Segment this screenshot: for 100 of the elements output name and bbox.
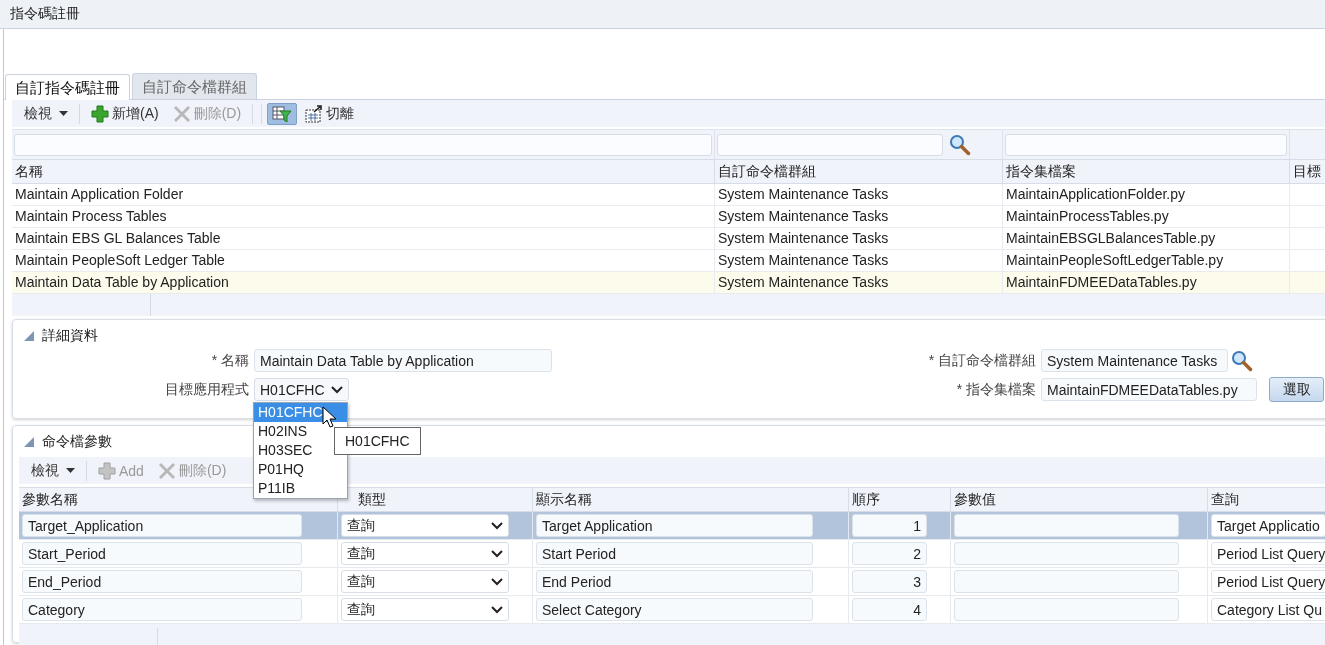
table-cell[interactable]: 2 [849, 540, 951, 568]
caret-icon [59, 111, 68, 116]
column-header[interactable]: 顯示名稱 [533, 487, 849, 512]
table-cell[interactable]: MaintainFDMEEDataTables.py [1003, 272, 1290, 294]
view-menu[interactable]: 檢視 [18, 102, 74, 125]
add-button[interactable]: 新增(A) [85, 102, 165, 125]
group-field[interactable]: System Maintenance Tasks [1041, 349, 1228, 372]
field-label: * 自訂命令檔群組 [927, 351, 1036, 370]
table-cell[interactable]: End Period [533, 568, 849, 596]
name-field[interactable]: Target_Application [22, 514, 302, 537]
table-cell[interactable]: System Maintenance Tasks [715, 272, 1003, 294]
grid-filter-icon [272, 104, 293, 123]
plus-icon [91, 104, 109, 123]
display-name-field[interactable]: Start Period [536, 542, 813, 565]
table-cell[interactable]: Start_Period [19, 540, 338, 568]
field-label: * 指令集檔案 [955, 380, 1036, 399]
column-header[interactable]: 指令集檔案 [1003, 159, 1290, 184]
table-cell[interactable]: MaintainEBSGLBalancesTable.py [1003, 228, 1290, 250]
order-field[interactable]: 2 [852, 542, 927, 565]
table-cell[interactable]: 查詢 [338, 596, 533, 624]
script-file-field[interactable]: MaintainFDMEEDataTables.py [1041, 378, 1257, 401]
table-cell[interactable]: Select Category [533, 596, 849, 624]
chevron-down-icon [491, 521, 503, 530]
table-cell[interactable]: System Maintenance Tasks [715, 206, 1003, 228]
display-name-field[interactable]: End Period [536, 570, 813, 593]
window-title: 指令碼註冊 [10, 5, 80, 23]
value-field[interactable] [954, 598, 1179, 621]
type-dropdown[interactable]: 查詢 [341, 598, 509, 621]
table-cell[interactable]: Target Application [533, 512, 849, 540]
value-field[interactable] [954, 542, 1179, 565]
column-header[interactable]: 順序 [849, 487, 951, 512]
caret-icon [66, 468, 75, 473]
table-cell[interactable]: MaintainApplicationFolder.py [1003, 184, 1290, 206]
table-cell[interactable]: Maintain Process Tables [12, 206, 715, 228]
column-header[interactable]: 目標 [1290, 159, 1325, 184]
display-name-field[interactable]: Target Application [536, 514, 813, 537]
type-dropdown[interactable]: 查詢 [341, 542, 509, 565]
table-cell[interactable]: MaintainProcessTables.py [1003, 206, 1290, 228]
table-cell[interactable]: 3 [849, 568, 951, 596]
column-header[interactable]: 參數值 [951, 487, 1208, 512]
chevron-down-icon [330, 385, 343, 394]
application-dropdown[interactable]: H01CFHC [254, 378, 349, 401]
name-field[interactable]: Start_Period [22, 542, 302, 565]
dropdown-option[interactable]: P01HQ [254, 460, 347, 479]
column-header[interactable]: 自訂命令檔群組 [715, 159, 1003, 184]
type-dropdown[interactable]: 查詢 [341, 570, 509, 593]
name-field[interactable]: Maintain Data Table by Application [254, 349, 552, 372]
table-cell[interactable]: Maintain Application Folder [12, 184, 715, 206]
table-cell[interactable]: End_Period [19, 568, 338, 596]
table-cell[interactable]: 查詢 [338, 568, 533, 596]
filter-toggle[interactable] [267, 102, 298, 125]
search-icon[interactable] [949, 133, 971, 156]
table-cell[interactable] [951, 596, 1208, 624]
filter-field[interactable] [717, 133, 943, 156]
x-icon [172, 104, 191, 123]
table-cell[interactable]: Maintain Data Table by Application [12, 272, 715, 294]
table-cell[interactable]: 4 [849, 596, 951, 624]
name-field[interactable]: Category [22, 598, 302, 621]
chevron-down-icon [491, 549, 503, 558]
table-cell[interactable] [951, 512, 1208, 540]
field-label: 目標應用程式 [164, 380, 249, 399]
x-icon [157, 461, 176, 480]
search-icon[interactable] [1231, 349, 1253, 372]
table-cell[interactable]: System Maintenance Tasks [715, 184, 1003, 206]
table-cell[interactable]: Maintain EBS GL Balances Table [12, 228, 715, 250]
type-dropdown[interactable]: 查詢 [341, 514, 509, 537]
table-cell[interactable]: 1 [849, 512, 951, 540]
detach-button[interactable]: 切離 [299, 102, 361, 125]
table-cell[interactable]: Category [19, 596, 338, 624]
display-name-field[interactable]: Select Category [536, 598, 813, 621]
table-cell[interactable]: Start Period [533, 540, 849, 568]
table-cell[interactable]: Target_Application [19, 512, 338, 540]
field-label: * 名稱 [210, 351, 249, 370]
tab[interactable]: 自訂命令檔群組 [132, 73, 257, 99]
order-field[interactable]: 1 [852, 514, 927, 537]
table-cell[interactable]: 查詢 [338, 512, 533, 540]
chevron-down-icon [491, 605, 503, 614]
value-field[interactable] [954, 570, 1179, 593]
value-field[interactable] [954, 514, 1179, 537]
section-title: 命令檔參數 [42, 433, 112, 451]
tab[interactable]: 自訂指令碼註冊 [5, 74, 130, 100]
column-header[interactable]: 類型 [338, 487, 533, 512]
table-cell[interactable] [951, 568, 1208, 596]
triangle-icon[interactable] [23, 436, 35, 448]
mouse-cursor-icon [322, 406, 338, 428]
view-menu[interactable]: 檢視 [25, 459, 81, 482]
table-cell[interactable]: 查詢 [338, 540, 533, 568]
order-field[interactable]: 4 [852, 598, 927, 621]
triangle-icon[interactable] [23, 330, 35, 342]
table-cell[interactable]: System Maintenance Tasks [715, 228, 1003, 250]
tooltip: H01CFHC [334, 427, 421, 455]
column-header[interactable]: 名稱 [12, 159, 715, 184]
section-title: 詳細資料 [42, 327, 98, 345]
select-button[interactable]: 選取 [1269, 377, 1324, 402]
name-field[interactable]: End_Period [22, 570, 302, 593]
column-header[interactable]: 查詢 [1208, 487, 1325, 512]
order-field[interactable]: 3 [852, 570, 927, 593]
detach-icon [305, 104, 324, 123]
chevron-down-icon [491, 577, 503, 586]
table-cell[interactable] [951, 540, 1208, 568]
